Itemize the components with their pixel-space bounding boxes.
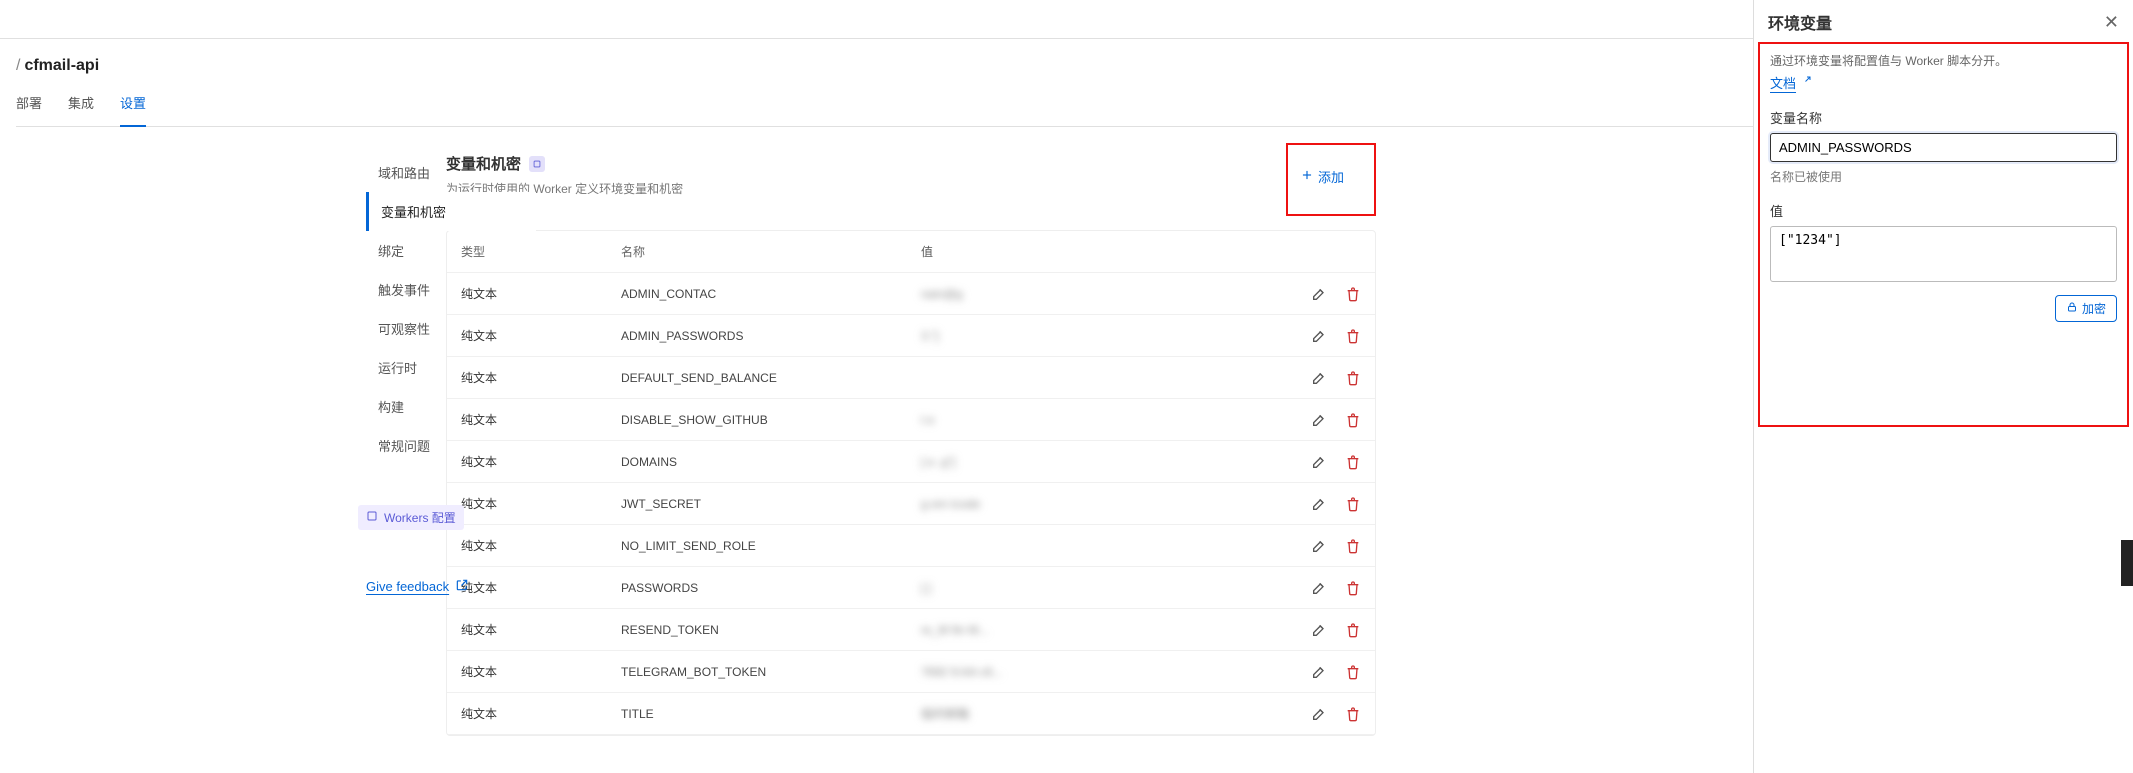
add-label: 添加 — [1318, 167, 1344, 186]
edit-button[interactable] — [1311, 412, 1327, 428]
breadcrumb-slash: / — [16, 57, 20, 74]
table-row: 纯文本PASSWORDS[ ] — [447, 567, 1375, 609]
delete-button[interactable] — [1345, 370, 1361, 386]
cell-name: DEFAULT_SEND_BALANCE — [621, 371, 921, 385]
env-variable-drawer: 环境变量 ✕ 通过环境变量将配置值与 Worker 脚本分开。 文档 变量名称 … — [1753, 0, 2133, 773]
cell-name: DISABLE_SHOW_GITHUB — [621, 413, 921, 427]
cell-type: 纯文本 — [461, 663, 621, 680]
edit-button[interactable] — [1311, 454, 1327, 470]
cell-value: t e — [921, 413, 1281, 427]
drawer-description: 通过环境变量将配置值与 Worker 脚本分开。 — [1770, 52, 2117, 69]
give-feedback-link[interactable]: Give feedback — [366, 578, 469, 595]
table-row: 纯文本ADMIN_PASSWORDS 3."] — [447, 315, 1375, 357]
variable-value-input[interactable]: ["1234"] — [1770, 226, 2117, 282]
edit-button[interactable] — [1311, 538, 1327, 554]
edit-button[interactable] — [1311, 328, 1327, 344]
variable-name-input[interactable] — [1770, 133, 2117, 162]
cell-name: JWT_SECRET — [621, 497, 921, 511]
cell-name: ADMIN_PASSWORDS — [621, 329, 921, 343]
cell-value: 临时邮箱 — [921, 705, 1281, 722]
sidebar-item-bindings[interactable]: 绑定 — [366, 231, 536, 270]
delete-button[interactable] — [1345, 706, 1361, 722]
add-variable-button[interactable]: 添加 — [1300, 167, 1344, 186]
col-header-value: 值 — [921, 243, 1281, 260]
lock-icon — [2066, 301, 2078, 316]
sidebar-item-observability[interactable]: 可观察性 — [366, 309, 536, 348]
close-icon: ✕ — [2104, 12, 2119, 32]
external-link-icon — [1800, 75, 1812, 90]
cell-name: NO_LIMIT_SEND_ROLE — [621, 539, 921, 553]
table-row: 纯文本DISABLE_SHOW_GITHUBt e — [447, 399, 1375, 441]
edit-button[interactable] — [1311, 664, 1327, 680]
cell-value: [ e. g"] — [921, 455, 1281, 469]
table-row: 纯文本TITLE临时邮箱 — [447, 693, 1375, 735]
table-row: 纯文本RESEND_TOKENre_M 9n M... — [447, 609, 1375, 651]
table-row: 纯文本NO_LIMIT_SEND_ROLE — [447, 525, 1375, 567]
sidebar-item-runtime[interactable]: 运行时 — [366, 348, 536, 387]
cell-value: g em tcode — [921, 497, 1281, 511]
table-row: 纯文本DOMAINS[ e. g"] — [447, 441, 1375, 483]
sidebar-item-variables[interactable]: 变量和机密 — [366, 192, 536, 231]
cell-value: re_M 9n M... — [921, 623, 1281, 637]
doc-link-label: 文档 — [1770, 73, 1796, 92]
drawer-close-button[interactable]: ✕ — [2104, 12, 2119, 33]
external-link-icon — [455, 578, 469, 595]
delete-button[interactable] — [1345, 496, 1361, 512]
edit-button[interactable] — [1311, 706, 1327, 722]
sidebar-item-general[interactable]: 常规问题 — [366, 426, 536, 465]
table-row: 纯文本TELEGRAM_BOT_TOKEN7692 9:AA c6... — [447, 651, 1375, 693]
sidebar-item-triggers[interactable]: 触发事件 — [366, 270, 536, 309]
side-tab[interactable] — [2121, 540, 2133, 586]
cell-name: ADMIN_CONTAC — [621, 287, 921, 301]
breadcrumb-name: cfmail-api — [24, 57, 99, 74]
sidebar-item-domains[interactable]: 域和路由 — [366, 153, 536, 192]
delete-button[interactable] — [1345, 286, 1361, 302]
encrypt-button[interactable]: 加密 — [2055, 295, 2117, 322]
table-row: 纯文本JWT_SECRETg em tcode — [447, 483, 1375, 525]
cell-name: PASSWORDS — [621, 581, 921, 595]
delete-button[interactable] — [1345, 538, 1361, 554]
cell-value: 7692 9:AA c6... — [921, 665, 1281, 679]
tab-settings[interactable]: 设置 — [120, 93, 146, 126]
cell-name: TITLE — [621, 707, 921, 721]
sidebar-item-build[interactable]: 构建 — [366, 387, 536, 426]
encrypt-label: 加密 — [2082, 300, 2106, 317]
workers-config-label: Workers 配置 — [384, 509, 456, 526]
cell-value: nain@g — [921, 287, 1281, 301]
cell-type: 纯文本 — [461, 621, 621, 638]
table-row: 纯文本ADMIN_CONTACnain@g — [447, 273, 1375, 315]
cell-name: RESEND_TOKEN — [621, 623, 921, 637]
feedback-label: Give feedback — [366, 579, 449, 594]
edit-button[interactable] — [1311, 370, 1327, 386]
workers-config-badge[interactable]: Workers 配置 — [358, 505, 464, 530]
delete-button[interactable] — [1345, 412, 1361, 428]
cell-name: TELEGRAM_BOT_TOKEN — [621, 665, 921, 679]
cell-type: 纯文本 — [461, 705, 621, 722]
variable-name-error: 名称已被使用 — [1770, 168, 2117, 185]
tab-integrate[interactable]: 集成 — [68, 93, 94, 126]
cell-value: [ ] — [921, 581, 1281, 595]
documentation-link[interactable]: 文档 — [1770, 73, 1812, 92]
delete-button[interactable] — [1345, 580, 1361, 596]
tab-deploy[interactable]: 部署 — [16, 93, 42, 126]
variables-table: 类型 名称 值 纯文本ADMIN_CONTACnain@g 纯文本ADMIN_P… — [446, 230, 1376, 736]
delete-button[interactable] — [1345, 622, 1361, 638]
delete-button[interactable] — [1345, 664, 1361, 680]
delete-button[interactable] — [1345, 328, 1361, 344]
drawer-title: 环境变量 — [1768, 10, 1832, 34]
variable-name-label: 变量名称 — [1770, 108, 2117, 127]
edit-button[interactable] — [1311, 496, 1327, 512]
plus-icon — [1300, 168, 1314, 185]
edit-button[interactable] — [1311, 286, 1327, 302]
cell-name: DOMAINS — [621, 455, 921, 469]
cell-value: 3."] — [921, 329, 1281, 343]
variable-value-label: 值 — [1770, 201, 2117, 220]
delete-button[interactable] — [1345, 454, 1361, 470]
edit-button[interactable] — [1311, 622, 1327, 638]
edit-button[interactable] — [1311, 580, 1327, 596]
table-row: 纯文本DEFAULT_SEND_BALANCE — [447, 357, 1375, 399]
col-header-name: 名称 — [621, 243, 921, 260]
workers-icon — [366, 510, 378, 525]
